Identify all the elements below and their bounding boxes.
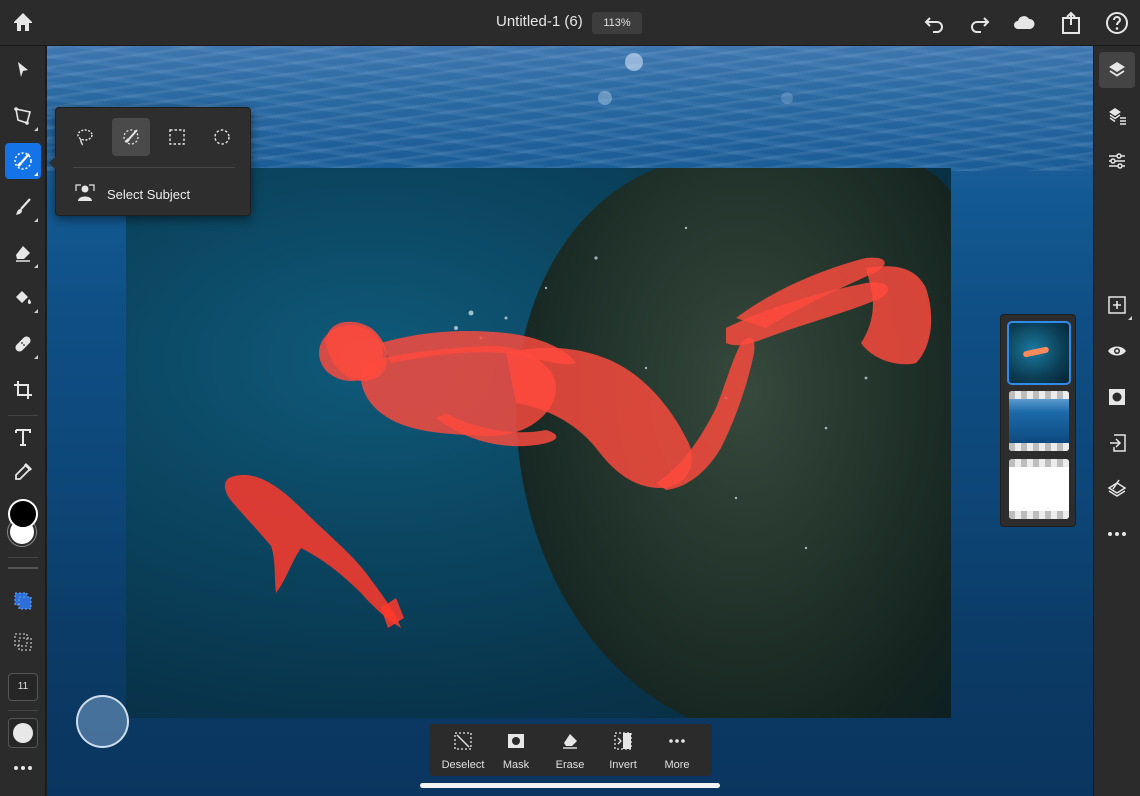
brush-cursor bbox=[76, 695, 129, 748]
eraser-icon bbox=[16, 246, 30, 262]
more-tools-icon[interactable] bbox=[13, 760, 33, 770]
brush-hardness-button[interactable] bbox=[8, 718, 38, 748]
crop-icon bbox=[14, 381, 32, 399]
heal-tool[interactable] bbox=[5, 326, 41, 362]
eyedropper-tool[interactable] bbox=[5, 454, 41, 490]
adjustments-button[interactable] bbox=[1099, 143, 1135, 179]
mask-button[interactable] bbox=[1099, 379, 1135, 415]
cloud-icon[interactable] bbox=[1012, 11, 1036, 35]
selection-action-bar: Deselect Mask Erase Invert More bbox=[429, 724, 712, 776]
brush-tool[interactable] bbox=[5, 189, 41, 225]
selection-mode-popover: Select Subject bbox=[49, 107, 251, 216]
selection-tool[interactable] bbox=[5, 143, 41, 179]
more-icon bbox=[1108, 532, 1126, 536]
transform-icon bbox=[14, 107, 31, 125]
add-layer-icon bbox=[1108, 296, 1126, 314]
mask-label: Mask bbox=[502, 759, 530, 771]
more-icon bbox=[669, 739, 685, 743]
move-tool[interactable] bbox=[5, 52, 41, 88]
help-icon[interactable] bbox=[1105, 11, 1129, 35]
layer-thumbnail-underwater[interactable] bbox=[1009, 391, 1069, 451]
add-layer-button[interactable] bbox=[1099, 287, 1135, 323]
paint-bucket-icon bbox=[16, 291, 31, 304]
top-bar: Untitled-1 (6) 113% bbox=[0, 0, 1140, 46]
select-subject-icon bbox=[75, 184, 95, 201]
layer-properties-button[interactable] bbox=[1099, 98, 1135, 134]
selection-brush-icon bbox=[14, 152, 32, 170]
left-toolbar: 11 bbox=[0, 46, 46, 796]
visibility-button[interactable] bbox=[1099, 333, 1135, 369]
layers-icon bbox=[1109, 62, 1125, 77]
deselect-button[interactable]: Deselect bbox=[436, 724, 490, 776]
clipping-mask-icon bbox=[1107, 479, 1127, 497]
brush-size-field[interactable]: 11 bbox=[8, 673, 38, 701]
mask-icon bbox=[1109, 389, 1125, 405]
invert-icon bbox=[614, 732, 632, 750]
deselect-label: Deselect bbox=[441, 759, 485, 771]
rectangle-select-button[interactable] bbox=[158, 118, 196, 156]
eraser-tool[interactable] bbox=[5, 235, 41, 271]
select-subject-button[interactable]: Select Subject bbox=[73, 181, 243, 207]
zoom-level[interactable]: 113% bbox=[592, 12, 642, 34]
share-icon[interactable] bbox=[1059, 11, 1083, 35]
erase-label: Erase bbox=[555, 759, 585, 771]
selection-add-icon bbox=[14, 592, 32, 610]
document-title[interactable]: Untitled-1 (6) bbox=[496, 13, 583, 30]
invert-action-button[interactable]: Invert bbox=[596, 724, 650, 776]
selection-brush-icon bbox=[123, 129, 139, 145]
redo-icon[interactable] bbox=[968, 11, 992, 35]
erase-action-button[interactable]: Erase bbox=[543, 724, 597, 776]
mermaid-photo-layer[interactable] bbox=[126, 168, 951, 718]
foreground-color-swatch[interactable] bbox=[8, 499, 38, 529]
layers-button[interactable] bbox=[1099, 52, 1135, 88]
more-label: More bbox=[664, 759, 690, 771]
ellipse-select-button[interactable] bbox=[203, 118, 241, 156]
sliders-icon bbox=[1109, 153, 1125, 169]
rectangle-marquee-icon bbox=[169, 129, 185, 145]
home-indicator[interactable] bbox=[420, 783, 720, 788]
eyedropper-icon bbox=[15, 462, 33, 480]
ellipse-marquee-icon bbox=[214, 129, 230, 145]
type-tool[interactable] bbox=[5, 419, 41, 455]
add-to-selection-tool[interactable] bbox=[5, 583, 41, 619]
transform-tool[interactable] bbox=[5, 98, 41, 134]
selection-subtract-icon bbox=[14, 633, 32, 651]
clipping-button[interactable] bbox=[1099, 470, 1135, 506]
right-toolbar bbox=[1093, 46, 1140, 796]
select-subject-label: Select Subject bbox=[107, 187, 191, 202]
mask-icon bbox=[508, 734, 524, 748]
fill-tool[interactable] bbox=[5, 280, 41, 316]
lasso-icon bbox=[77, 129, 93, 146]
selection-overlay bbox=[224, 226, 932, 628]
arrow-pointer-icon bbox=[18, 62, 28, 77]
more-action-button[interactable]: More bbox=[650, 724, 704, 776]
deselect-icon bbox=[454, 732, 472, 750]
invert-label: Invert bbox=[609, 759, 637, 771]
type-icon bbox=[15, 429, 31, 446]
crop-tool[interactable] bbox=[5, 372, 41, 408]
circle-icon bbox=[13, 723, 33, 743]
layer-thumbnail-empty[interactable] bbox=[1009, 459, 1069, 519]
home-icon[interactable] bbox=[10, 9, 36, 35]
bandage-icon bbox=[15, 336, 31, 352]
erase-icon bbox=[563, 734, 577, 749]
lasso-select-button[interactable] bbox=[66, 118, 104, 156]
subtract-from-selection-tool[interactable] bbox=[5, 624, 41, 660]
layer-properties-icon bbox=[1109, 108, 1126, 125]
import-button[interactable] bbox=[1099, 425, 1135, 461]
layer-thumbnail-mermaid[interactable] bbox=[1007, 321, 1071, 385]
brush-icon bbox=[16, 198, 31, 215]
eye-icon bbox=[1108, 346, 1126, 356]
undo-icon[interactable] bbox=[922, 11, 946, 35]
import-icon bbox=[1110, 434, 1126, 452]
mask-action-button[interactable]: Mask bbox=[489, 724, 543, 776]
more-button[interactable] bbox=[1099, 516, 1135, 552]
layer-thumbnails-panel bbox=[1000, 314, 1076, 527]
brush-select-button[interactable] bbox=[112, 118, 150, 156]
